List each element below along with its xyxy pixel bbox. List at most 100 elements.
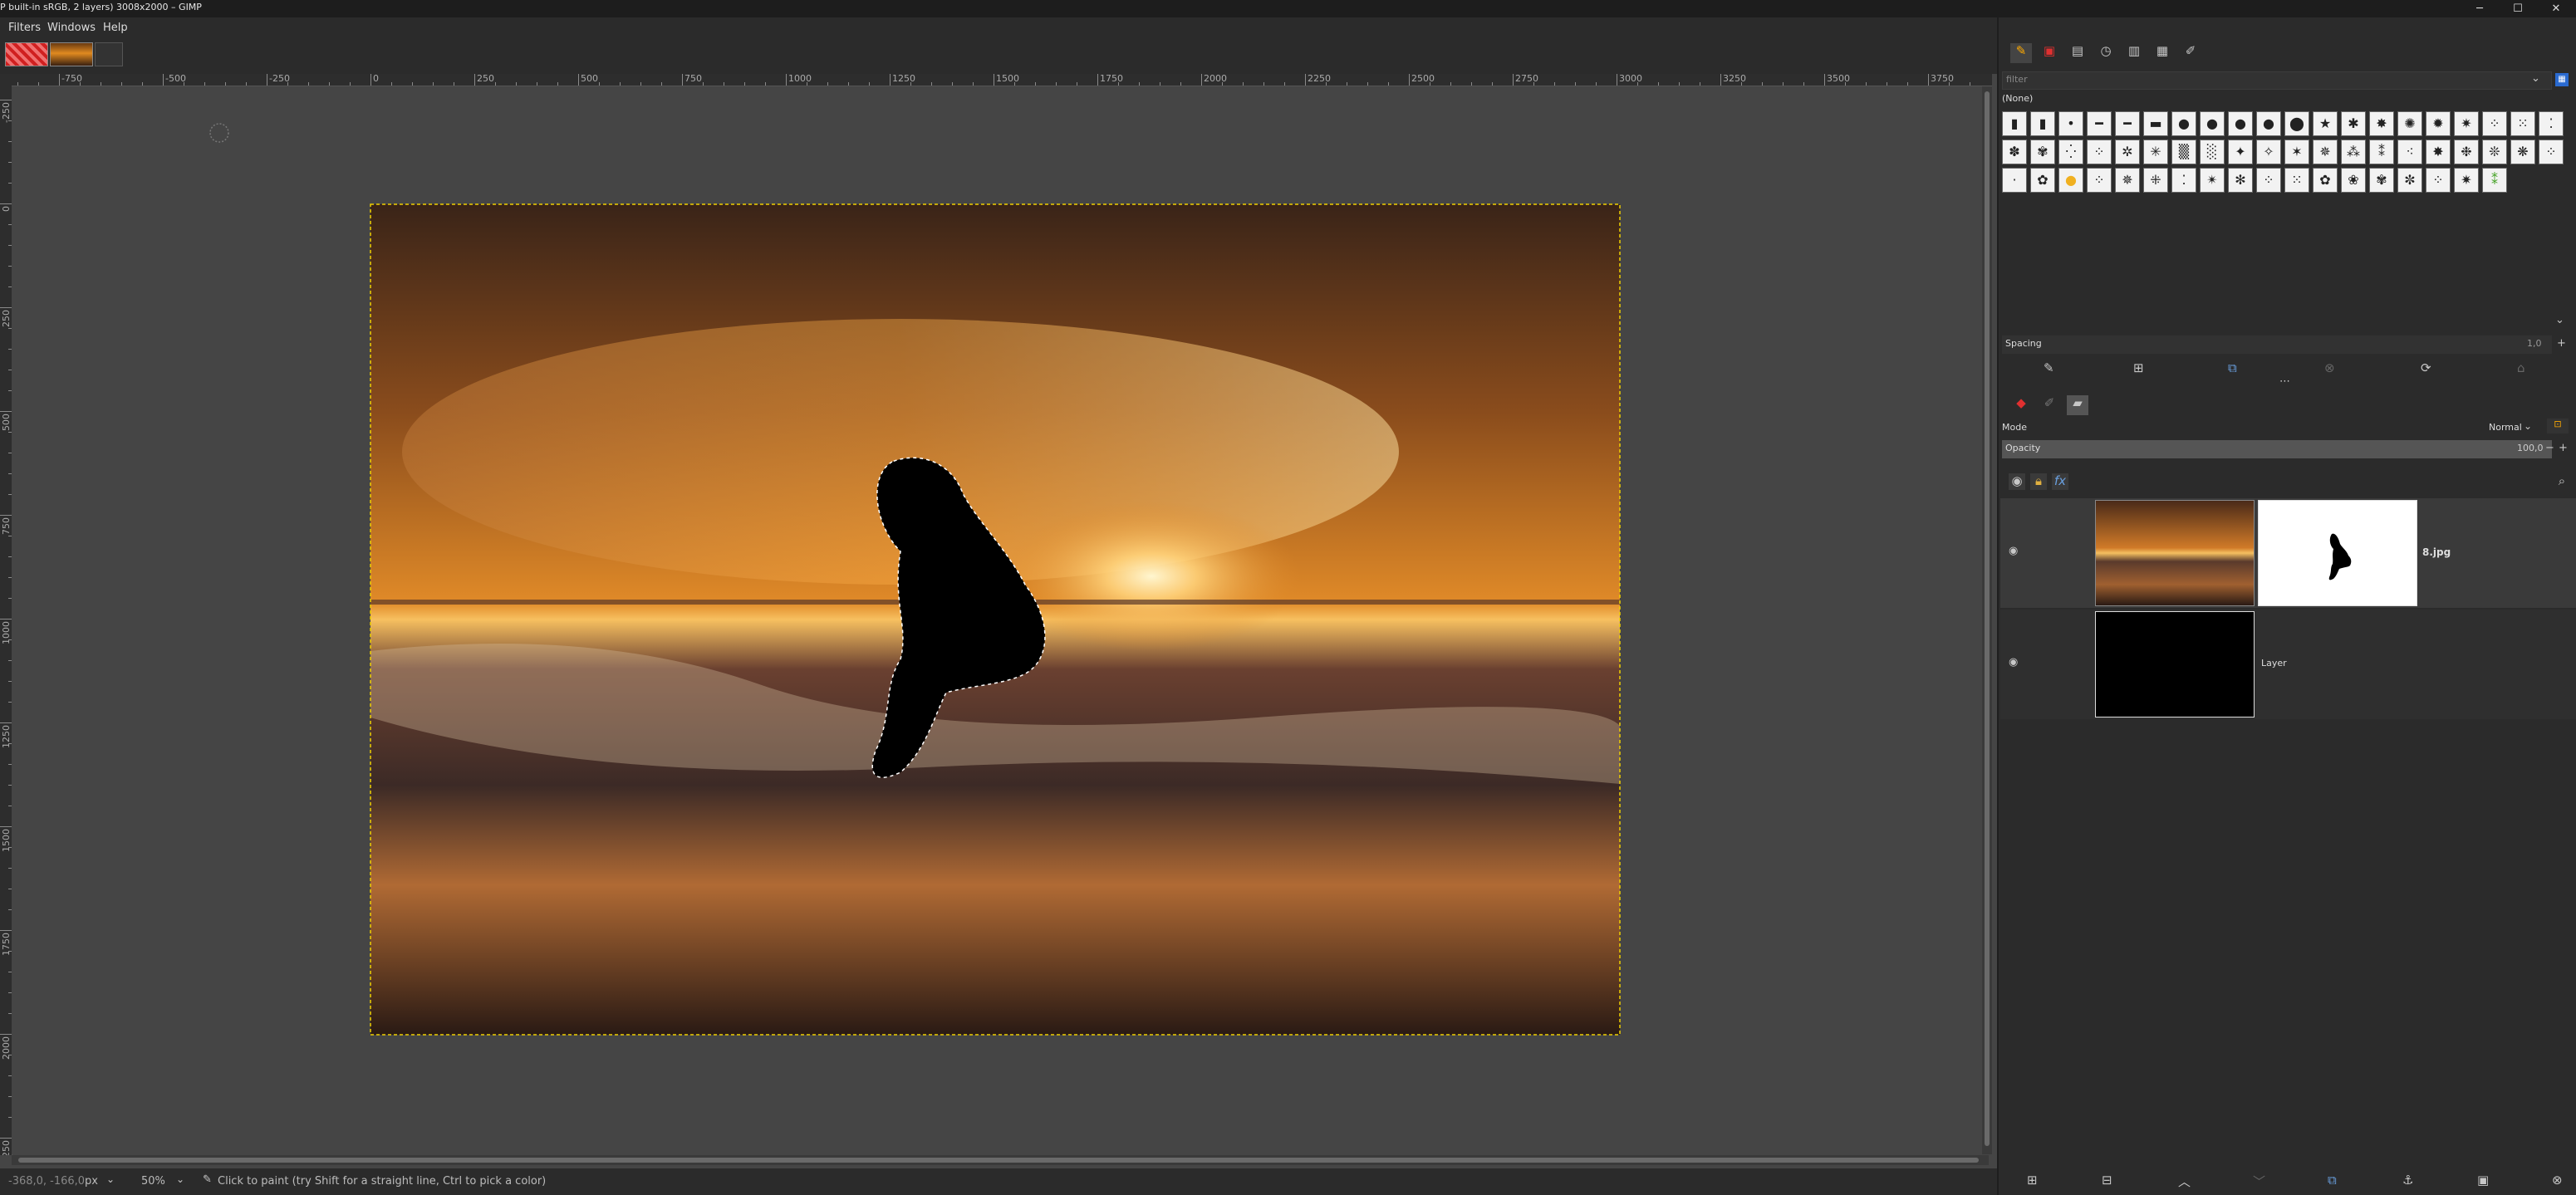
brush-preset[interactable]: ⁙ xyxy=(2284,168,2309,193)
minimize-button[interactable]: ─ xyxy=(2461,0,2499,17)
brush-preset[interactable]: ⁙ xyxy=(2510,111,2535,136)
layer-row[interactable]: ◉ 8.jpg xyxy=(2000,498,2576,608)
lock-icon[interactable]: 🔒︎ xyxy=(2030,473,2047,490)
anchor-layer-icon[interactable]: ⚓︎ xyxy=(2402,1173,2413,1188)
image-tab-empty[interactable] xyxy=(95,42,123,66)
brush-preset[interactable]: ✵ xyxy=(2115,168,2140,193)
paths-tab-icon[interactable]: ▰ xyxy=(2067,395,2088,415)
brush-preset[interactable]: ✵ xyxy=(2313,140,2338,164)
raise-layer-icon[interactable]: ︿ xyxy=(2178,1173,2191,1190)
brush-preset[interactable]: ✲ xyxy=(2115,140,2140,164)
brush-preset[interactable]: ● xyxy=(2256,111,2281,136)
layer-thumbnail[interactable] xyxy=(2095,500,2255,606)
brush-preset[interactable]: ● xyxy=(2228,111,2253,136)
delete-layer-icon[interactable]: ⊗ xyxy=(2552,1173,2563,1188)
search-icon[interactable]: ⌕ xyxy=(2554,473,2570,488)
composite-mode-icon[interactable]: ⊡ xyxy=(2547,419,2569,433)
brush-preset[interactable]: ✷ xyxy=(2454,111,2479,136)
brush-preset[interactable]: ⁑ xyxy=(2482,168,2507,193)
vertical-ruler[interactable]: -250 0 250 500 750 1000 1250 1500 1750 2000 2250 xyxy=(0,86,12,1155)
brush-preset[interactable]: ✴ xyxy=(2200,168,2225,193)
brush-preset[interactable]: ● xyxy=(2171,111,2196,136)
brush-preset[interactable]: ⁚ xyxy=(2539,111,2564,136)
spacing-slider[interactable]: Spacing 1,0 xyxy=(2002,335,2552,354)
brush-preset[interactable]: ⁂ xyxy=(2341,140,2366,164)
brush-preset[interactable]: ✺ xyxy=(2397,111,2422,136)
brush-preset[interactable]: ⁛ xyxy=(2058,140,2083,164)
image-canvas-svg[interactable] xyxy=(12,86,1989,1154)
brush-filter-box[interactable]: filter ⌄ xyxy=(2002,71,2552,90)
close-button[interactable]: ✕ xyxy=(2537,0,2575,17)
chevron-down-icon[interactable]: ⌄ xyxy=(176,1173,184,1185)
brushes-tab-icon[interactable]: ✎ xyxy=(2010,43,2032,63)
chevron-down-icon[interactable]: ⌄ xyxy=(2555,314,2564,326)
brush-preset[interactable]: • xyxy=(2058,111,2083,136)
ruler-corner[interactable] xyxy=(0,74,12,86)
fonts-tab-icon[interactable]: ▤ xyxy=(2067,43,2088,58)
fx-icon[interactable]: fx xyxy=(2052,473,2068,490)
brush-preset[interactable]: ⁘ xyxy=(2256,168,2281,193)
layer-thumbnail[interactable] xyxy=(2095,611,2255,717)
plus-icon[interactable]: + xyxy=(2559,442,2568,454)
brush-preset[interactable]: ✸ xyxy=(2369,111,2394,136)
eye-icon[interactable]: ◉ xyxy=(2009,545,2018,557)
brush-preset[interactable]: ⁘ xyxy=(2087,168,2112,193)
brush-preset[interactable]: ━ xyxy=(2087,111,2112,136)
brush-preset[interactable]: ❊ xyxy=(2482,140,2507,164)
maximize-button[interactable]: ☐ xyxy=(2499,0,2537,17)
brush-filter-input[interactable]: filter xyxy=(2006,74,2028,85)
refresh-brushes-icon[interactable]: ⟳ xyxy=(2421,360,2431,375)
brush-preset[interactable]: ━ xyxy=(2115,111,2140,136)
minus-icon[interactable]: − xyxy=(2545,442,2554,454)
brush-preset[interactable]: · xyxy=(2002,168,2027,193)
brush-preset[interactable]: ✿ xyxy=(2030,168,2055,193)
brush-preset[interactable]: ⁘ xyxy=(2426,168,2451,193)
zoom-select[interactable]: 50% xyxy=(141,1175,165,1188)
eye-icon[interactable]: ◉ xyxy=(2009,473,2025,490)
unit-select[interactable]: px xyxy=(85,1175,98,1188)
brush-preset[interactable]: ░ xyxy=(2200,140,2225,164)
view-mode-icon[interactable]: ▦ xyxy=(2555,73,2569,86)
dock-separator-handle-icon[interactable]: ⋯ xyxy=(2279,375,2290,388)
brush-preset[interactable]: ⁖ xyxy=(2397,140,2422,164)
duplicate-brush-icon[interactable]: ⧉ xyxy=(2228,360,2237,375)
brush-preset[interactable]: ★ xyxy=(2313,111,2338,136)
image-tab-sunset[interactable] xyxy=(50,42,93,66)
layer-mask-icon[interactable]: ▣ xyxy=(2477,1173,2489,1188)
brush-preset[interactable]: ✷ xyxy=(2454,168,2479,193)
tool-presets-tab-icon[interactable]: ✐ xyxy=(2180,43,2201,58)
horizontal-ruler[interactable]: -750 -500 -250 0 250 500 750 1000 1250 1500 1750 20… xyxy=(12,74,1992,86)
brush-preset[interactable]: ⁘ xyxy=(2482,111,2507,136)
layer-name[interactable]: 8.jpg xyxy=(2422,546,2451,558)
layer-name[interactable]: Layer xyxy=(2261,658,2287,669)
duplicate-layer-icon[interactable]: ⧉ xyxy=(2328,1173,2337,1188)
brush-preset[interactable]: ✿ xyxy=(2313,168,2338,193)
brush-preset[interactable]: ⁘ xyxy=(2087,140,2112,164)
brush-preset[interactable]: ⬤ xyxy=(2284,111,2309,136)
brush-preset[interactable]: ✹ xyxy=(2426,111,2451,136)
brush-preset[interactable]: ▬ xyxy=(2143,111,2168,136)
brush-preset[interactable]: ● xyxy=(2058,168,2083,193)
chevron-down-icon[interactable]: ⌄ xyxy=(2531,72,2540,85)
brush-preset[interactable]: ❀ xyxy=(2341,168,2366,193)
chevron-down-icon[interactable]: ⌄ xyxy=(106,1173,115,1185)
brush-preset[interactable]: ❉ xyxy=(2454,140,2479,164)
edit-brush-icon[interactable]: ✎ xyxy=(2044,360,2054,375)
brush-preset[interactable]: ✳ xyxy=(2143,140,2168,164)
brush-preset[interactable]: ✾ xyxy=(2030,140,2055,164)
layer-row[interactable]: ◉ Layer xyxy=(2000,610,2576,719)
mode-select[interactable]: Normal xyxy=(2489,422,2522,433)
horizontal-scrollbar[interactable] xyxy=(12,1155,1989,1165)
brush-preset[interactable]: ✻ xyxy=(2228,168,2253,193)
new-layer-icon[interactable]: ⊞ xyxy=(2027,1173,2038,1188)
brush-preset[interactable]: ▒ xyxy=(2171,140,2196,164)
brush-preset[interactable]: ✧ xyxy=(2256,140,2281,164)
channels-tab-icon[interactable]: ✐ xyxy=(2039,395,2060,410)
brush-preset[interactable]: ✼ xyxy=(2397,168,2422,193)
layers-tab-icon[interactable]: ◆ xyxy=(2010,395,2032,410)
brush-preset[interactable]: ❋ xyxy=(2510,140,2535,164)
palettes-tab-icon[interactable]: ▦ xyxy=(2152,43,2173,58)
vertical-scroll-thumb[interactable] xyxy=(1985,91,1990,1146)
brush-preset[interactable]: ✶ xyxy=(2284,140,2309,164)
menu-help[interactable]: Help xyxy=(103,22,128,34)
